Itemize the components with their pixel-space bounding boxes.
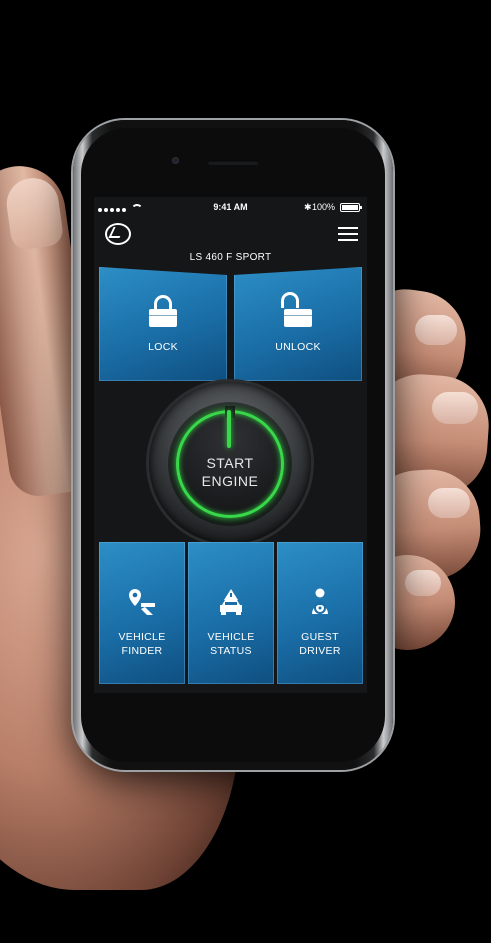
guest-driver-line1: GUEST xyxy=(301,631,339,643)
start-engine-button[interactable]: START ENGINE xyxy=(168,402,292,526)
logo-icon xyxy=(105,223,131,245)
vehicle-finder-line2: FINDER xyxy=(121,645,163,658)
scene: 9:41 AM ✱ 100% LS 460 F SPORT LOCK UNLOC… xyxy=(0,0,491,943)
fingernail-4 xyxy=(405,570,441,596)
front-camera xyxy=(172,157,179,164)
status-bar: 9:41 AM ✱ 100% xyxy=(94,197,367,217)
battery-icon xyxy=(340,203,362,212)
menu-icon[interactable] xyxy=(338,227,358,241)
location-pin-icon xyxy=(129,589,155,615)
unlock-icon xyxy=(281,292,312,327)
fingernail-1 xyxy=(415,315,457,345)
bluetooth-icon: ✱ xyxy=(304,202,312,212)
app-screen: 9:41 AM ✱ 100% LS 460 F SPORT LOCK UNLOC… xyxy=(94,197,367,693)
guest-driver-button[interactable]: GUEST DRIVER xyxy=(277,542,363,684)
vehicle-status-button[interactable]: VEHICLE STATUS xyxy=(188,542,274,684)
vehicle-status-line1: VEHICLE xyxy=(207,631,255,643)
vehicle-finder-line1: VEHICLE xyxy=(118,631,166,643)
earpiece xyxy=(207,160,259,165)
vehicle-finder-label: VEHICLE FINDER xyxy=(99,630,185,658)
vehicle-finder-button[interactable]: VEHICLE FINDER xyxy=(99,542,185,684)
lock-button[interactable]: LOCK xyxy=(99,267,227,381)
lock-icon xyxy=(149,295,177,327)
start-engine-label: START ENGINE xyxy=(168,454,292,490)
start-label-line2: ENGINE xyxy=(201,473,259,490)
battery-percent: 100% xyxy=(312,202,336,212)
guest-driver-line2: DRIVER xyxy=(299,645,341,658)
unlock-label: UNLOCK xyxy=(275,341,321,353)
vehicle-name: LS 460 F SPORT xyxy=(189,252,272,263)
vehicle-status-label: VEHICLE STATUS xyxy=(188,630,274,658)
unlock-button[interactable]: UNLOCK xyxy=(234,267,362,381)
guest-driver-label: GUEST DRIVER xyxy=(277,630,363,658)
fingernail-3 xyxy=(428,488,470,518)
lock-label: LOCK xyxy=(148,341,178,353)
driver-steering-icon xyxy=(312,588,328,614)
start-label-line1: START xyxy=(206,455,254,471)
car-warning-icon xyxy=(220,589,242,615)
fingernail-2 xyxy=(432,392,478,424)
vehicle-status-line2: STATUS xyxy=(210,645,252,658)
